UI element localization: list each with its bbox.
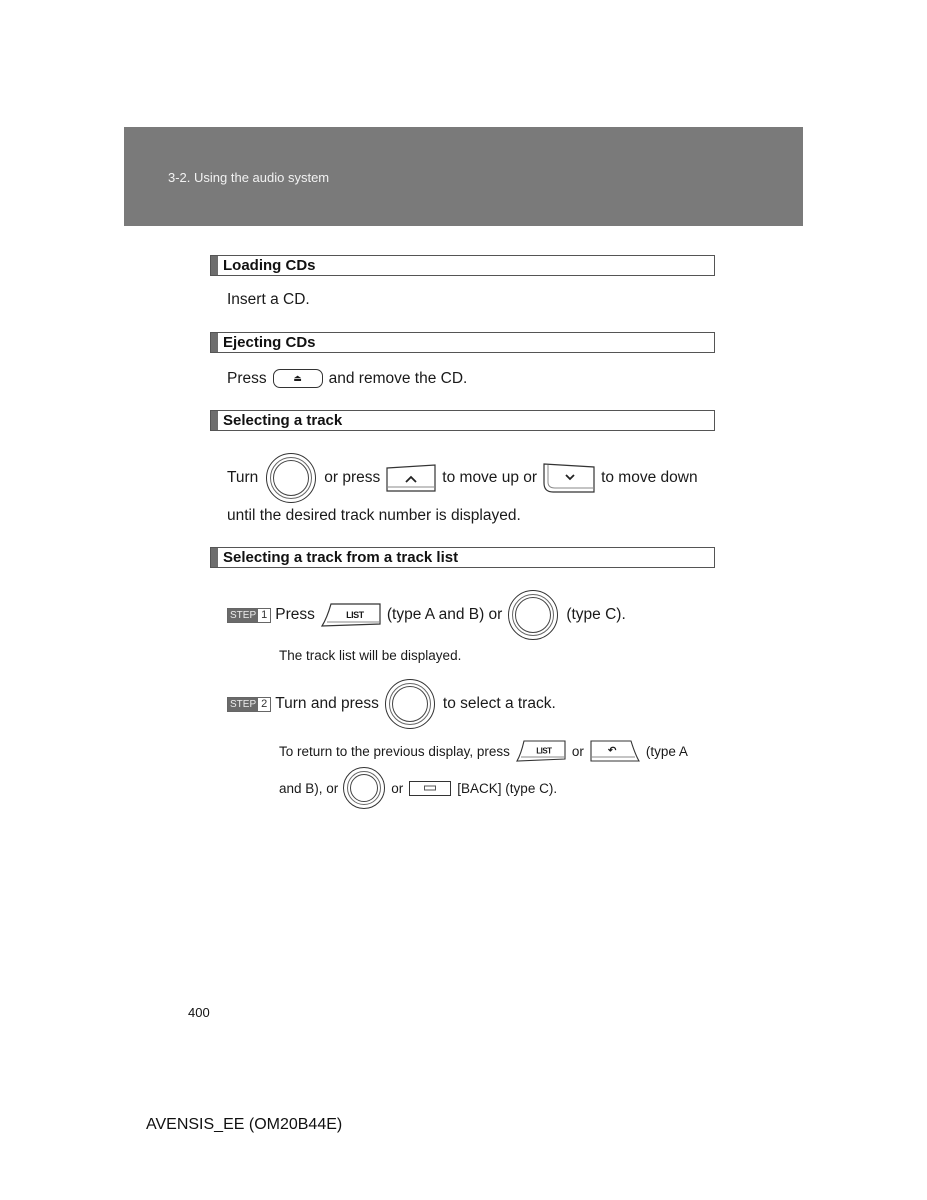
note-text: or <box>571 743 584 759</box>
document-footer: AVENSIS_EE (OM20B44E) <box>146 1116 343 1133</box>
tune-knob-icon <box>508 590 559 640</box>
note-text: The track list will be displayed. <box>279 648 462 663</box>
step-number: 2 <box>258 697 271 711</box>
list-button: LIST <box>515 740 566 762</box>
body-text: and remove the CD. <box>328 369 468 387</box>
section-marker <box>211 256 218 275</box>
tune-knob-icon <box>343 767 386 809</box>
back-soft-button <box>409 780 452 796</box>
note-text: (type A <box>645 743 688 759</box>
breadcrumb: 3-2. Using the audio system <box>168 170 330 185</box>
back-arrow-icon: ↶ <box>607 745 616 757</box>
eject-button: ⏏ <box>272 369 323 388</box>
step-number: 1 <box>258 608 271 622</box>
step-1-note: The track list will be displayed. <box>279 648 461 663</box>
body-text: or press <box>324 469 381 486</box>
list-button: LIST <box>320 603 381 627</box>
section-title: Loading CDs <box>223 257 316 274</box>
dash-icon <box>424 785 437 791</box>
section-title: Selecting a track <box>223 412 343 429</box>
note-text: or <box>391 780 404 796</box>
section-header-loading-cds: Loading CDs <box>210 255 715 276</box>
section-header-track-list: Selecting a track from a track list <box>210 547 715 568</box>
step-badge: STEP 2 <box>227 696 272 712</box>
step-badge: STEP 1 <box>227 607 272 623</box>
body-text: Turn <box>227 469 259 486</box>
loading-instruction: Insert a CD. <box>227 291 310 309</box>
section-marker <box>211 548 218 567</box>
body-text: Insert a CD. <box>227 291 310 308</box>
section-marker <box>211 411 218 430</box>
step-2-note-line1: To return to the previous display, press… <box>279 740 688 762</box>
section-title: Selecting a track from a track list <box>223 549 459 566</box>
list-label: LIST <box>536 746 552 756</box>
body-text: Press <box>227 369 267 387</box>
selecting-instruction-line1: Turn or press to move up or to move down <box>227 453 698 503</box>
seek-down-button-outline <box>543 463 595 493</box>
eject-icon: ⏏ <box>293 372 302 383</box>
note-text: To return to the previous display, press <box>279 743 510 759</box>
chapter-header-band: 3-2. Using the audio system <box>124 127 803 226</box>
section-marker <box>211 333 218 352</box>
selecting-instruction-line2: until the desired track number is displa… <box>227 507 521 525</box>
step-label: STEP <box>228 697 259 711</box>
step-label: STEP <box>228 608 259 622</box>
seek-up-button <box>386 464 436 492</box>
note-text: and B), or <box>279 780 339 796</box>
list-label: LIST <box>346 610 364 620</box>
body-text: to move up or <box>442 469 538 486</box>
body-text: until the desired track number is displa… <box>227 507 521 524</box>
section-header-selecting-track: Selecting a track <box>210 410 715 431</box>
ejecting-instruction: Press ⏏ and remove the CD. <box>227 369 467 388</box>
body-text: Turn and press <box>275 695 379 712</box>
body-text: Press <box>275 606 315 623</box>
body-text: to move down <box>601 469 698 486</box>
section-title: Ejecting CDs <box>223 334 316 351</box>
note-text: [BACK] (type C). <box>457 780 558 796</box>
step-1-line: STEP 1 Press LIST (type A and B) or (type… <box>227 590 626 640</box>
seek-up-button-outline <box>386 464 436 492</box>
body-text: to select a track. <box>442 695 556 712</box>
back-button: ↶ <box>590 740 640 762</box>
step-2-line: STEP 2 Turn and press to select a track. <box>227 679 556 729</box>
seek-down-button <box>543 463 595 493</box>
body-text: (type A and B) or <box>386 606 503 623</box>
page-number: 400 <box>188 1005 210 1020</box>
tune-knob-icon <box>266 453 317 503</box>
section-header-ejecting-cds: Ejecting CDs <box>210 332 715 353</box>
tune-knob-icon <box>384 679 435 729</box>
step-2-note-line2: and B), or or [BACK] (type C). <box>279 767 557 809</box>
body-text: (type C). <box>566 606 626 623</box>
